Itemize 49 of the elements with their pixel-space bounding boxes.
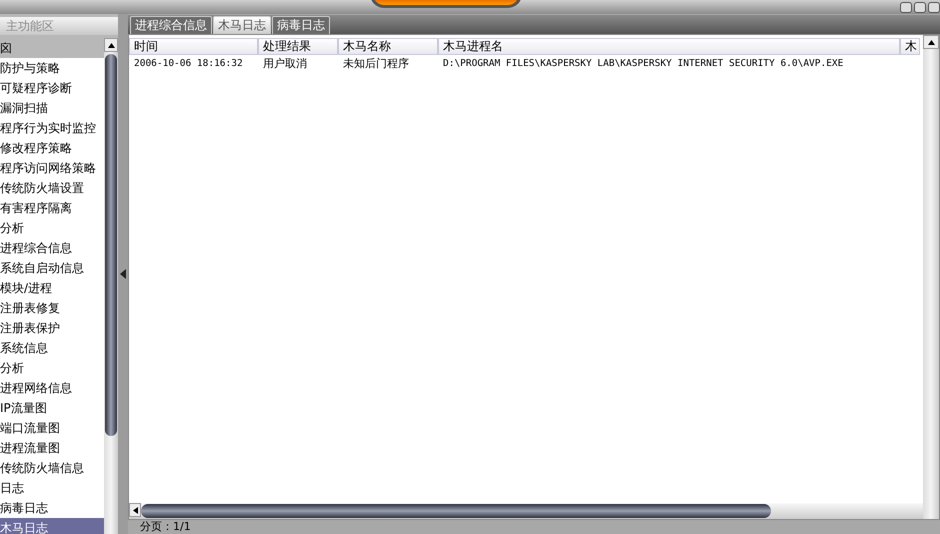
sidebar-group[interactable]: 分析 bbox=[0, 358, 104, 378]
column-header[interactable]: 处理结果 bbox=[258, 38, 338, 55]
sidebar-item[interactable]: 注册表修复 bbox=[0, 298, 104, 318]
sidebar-item[interactable]: 系统信息 bbox=[0, 338, 104, 358]
sidebar-item[interactable]: 有害程序隔离 bbox=[0, 198, 104, 218]
scroll-left-icon[interactable] bbox=[132, 506, 138, 514]
sidebar-item[interactable]: 进程网络信息 bbox=[0, 378, 104, 398]
table-cell-text: 用户取消 bbox=[262, 56, 308, 72]
vertical-scroll-bar[interactable] bbox=[923, 35, 939, 519]
sidebar-item[interactable]: 传统防火墙信息 bbox=[0, 458, 104, 478]
sidebar-item[interactable]: IP流量图 bbox=[0, 398, 104, 418]
tab[interactable]: 木马日志 bbox=[213, 16, 271, 34]
sidebar-item[interactable]: 木马日志 bbox=[0, 518, 104, 534]
sidebar-item[interactable]: 系统自启动信息 bbox=[0, 258, 104, 278]
scroll-bar[interactable] bbox=[104, 38, 118, 534]
scroll-up-icon[interactable] bbox=[928, 40, 934, 44]
horizontal-scroll-bar[interactable] bbox=[129, 503, 923, 519]
collapse-arrow-icon[interactable] bbox=[120, 269, 126, 279]
window-icon[interactable] bbox=[900, 2, 912, 13]
sidebar-item[interactable]: 可疑程序诊断 bbox=[0, 78, 104, 98]
sidebar-group[interactable]: 防护与策略 bbox=[0, 58, 104, 78]
column-header[interactable]: 木 bbox=[900, 38, 920, 55]
scroll-up-icon[interactable] bbox=[108, 42, 114, 48]
sidebar-item[interactable]: 端口流量图 bbox=[0, 418, 104, 438]
table-cell-text: D:\PROGRAM FILES\KASPERSKY LAB\KASPERSKY INTERNET SECURITY 6.0\AVP.EXE bbox=[442, 57, 844, 71]
window-icon[interactable] bbox=[928, 2, 940, 13]
sidebar-item[interactable]: 修改程序策略 bbox=[0, 138, 104, 158]
sidebar-group[interactable]: 囟 bbox=[0, 38, 104, 58]
sidebar-item[interactable]: 进程流量图 bbox=[0, 438, 104, 458]
sidebar-group[interactable]: 日志 bbox=[0, 478, 104, 498]
sidebar-item[interactable]: 传统防火墙设置 bbox=[0, 178, 104, 198]
sidebar-item[interactable]: 注册表保护 bbox=[0, 318, 104, 338]
sidebar-item[interactable]: 程序行为实时监控 bbox=[0, 118, 104, 138]
sidebar-item[interactable]: 病毒日志 bbox=[0, 498, 104, 518]
panel-title: 主功能区 bbox=[0, 17, 118, 35]
window-icon[interactable] bbox=[914, 2, 926, 13]
sidebar-item[interactable]: 程序访问网络策略 bbox=[0, 158, 104, 178]
column-header[interactable]: 木马名称 bbox=[338, 38, 438, 55]
sidebar-item[interactable]: 漏洞扫描 bbox=[0, 98, 104, 118]
table-cell-text: 2006-10-06 18:16:32 bbox=[133, 57, 244, 71]
sidebar-item[interactable]: 进程综合信息 bbox=[0, 238, 104, 258]
column-header[interactable]: 时间 bbox=[129, 38, 258, 55]
tab[interactable]: 病毒日志 bbox=[272, 16, 330, 34]
sidebar-item[interactable]: 模块/进程 bbox=[0, 278, 104, 298]
column-header[interactable]: 木马进程名 bbox=[438, 38, 900, 55]
paging-label: 分页：1/1 bbox=[139, 520, 192, 534]
table-cell-text: 未知后门程序 bbox=[342, 56, 410, 72]
sidebar-group[interactable]: 分析 bbox=[0, 218, 104, 238]
tab[interactable]: 进程综合信息 bbox=[130, 16, 212, 34]
